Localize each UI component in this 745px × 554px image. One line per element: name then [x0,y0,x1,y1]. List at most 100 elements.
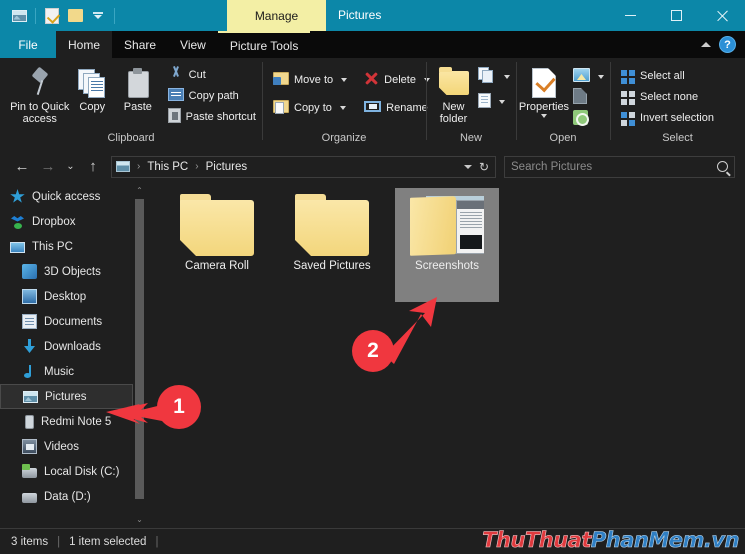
select-none-button[interactable]: Select none [618,86,720,107]
dropbox-icon [10,214,25,229]
folder-screenshots[interactable]: Screenshots [395,188,499,302]
sidebar-item-desktop[interactable]: Desktop [0,284,133,309]
paste-shortcut-button[interactable]: Paste shortcut [165,106,262,127]
edit-button[interactable] [570,87,610,108]
copy-to-button[interactable]: Copy to [270,97,353,118]
qat-divider [35,7,36,24]
easy-access-button[interactable] [475,91,516,112]
move-to-label: Move to [294,73,334,86]
easy-access-icon [478,92,491,111]
sidebar-item-videos[interactable]: Videos [0,434,133,459]
maximize-button[interactable] [653,0,699,31]
forward-button[interactable]: → [36,155,60,179]
sidebar-item-3d-objects[interactable]: 3D Objects [0,259,133,284]
paste-button[interactable]: Paste [115,63,161,113]
copy-icon [77,65,107,101]
contextual-tab-manage[interactable]: Manage [227,0,326,31]
search-icon[interactable] [717,161,728,172]
search-input[interactable]: Search Pictures [511,161,717,173]
rename-label: Rename [386,101,428,114]
breadcrumb-pictures[interactable]: Pictures [206,161,248,173]
pictures-icon [23,391,38,403]
copy-path-label: Copy path [188,89,239,102]
pictures-icon[interactable] [8,5,30,27]
paste-shortcut-label: Paste shortcut [185,110,256,123]
watermark-part-1: Thu [482,528,526,553]
address-bar[interactable]: › This PC › Pictures ↻ [111,155,496,178]
close-button[interactable] [699,0,745,31]
ribbon: Pin to Quick access Copy Paste Cut Copy … [0,58,745,148]
scroll-down-icon[interactable]: ⌄ [133,513,146,526]
navigation-pane-scrollbar[interactable]: ⌃ ⌄ [133,184,146,526]
properties-button[interactable]: Properties [518,63,570,118]
cut-button[interactable]: Cut [165,64,262,85]
sidebar-item-redmi-note-5[interactable]: Redmi Note 5 [0,409,133,434]
sidebar-item-dropbox[interactable]: Dropbox [0,209,133,234]
select-all-button[interactable]: Select all [618,65,720,86]
delete-button[interactable]: Delete [361,69,436,90]
customize-dropdown-icon[interactable] [87,5,109,27]
quick-access-toolbar [0,0,119,31]
minimize-button[interactable] [607,0,653,31]
new-folder-icon [438,65,469,101]
paste-label: Paste [123,101,152,113]
scroll-up-icon[interactable]: ⌃ [133,184,146,197]
sidebar-label: Desktop [44,290,87,303]
address-bar-row: ← → ⌄ ↑ › This PC › Pictures ↻ Search Pi… [0,150,745,183]
sidebar-item-documents[interactable]: Documents [0,309,133,334]
title-bar: Manage Pictures [0,0,745,31]
properties-label: Properties [518,101,570,113]
invert-selection-button[interactable]: Invert selection [618,107,720,128]
history-button[interactable] [570,108,610,129]
folder-icon [295,194,369,256]
sidebar-item-data-d[interactable]: Data (D:) [0,484,133,509]
select-none-label: Select none [640,90,699,103]
videos-icon [22,439,37,454]
refresh-icon[interactable]: ↻ [479,160,489,174]
recent-locations-button[interactable]: ⌄ [62,155,79,179]
chevron-down-icon [541,114,547,118]
sidebar-item-local-disk-c[interactable]: Local Disk (C:) [0,459,133,484]
search-box[interactable]: Search Pictures [504,155,735,178]
sidebar-item-music[interactable]: Music [0,359,133,384]
tab-picture-tools[interactable]: Picture Tools [217,31,311,58]
breadcrumb-separator: › [137,161,141,172]
up-button[interactable]: ↑ [81,155,105,179]
move-to-button[interactable]: Move to [270,69,353,90]
open-with-button[interactable] [570,66,610,87]
back-button[interactable]: ← [10,155,34,179]
move-to-icon [273,71,289,88]
invert-selection-label: Invert selection [640,111,714,124]
sidebar-item-quick-access[interactable]: Quick access [0,184,133,209]
watermark: Thu Thuat PhanMem .vn [482,527,740,553]
item-label: Screenshots [415,260,479,272]
folder-camera-roll[interactable]: Camera Roll [165,188,269,302]
chevron-up-icon[interactable] [701,42,711,47]
copy-path-icon [167,87,184,104]
properties-icon[interactable] [41,5,63,27]
tab-home[interactable]: Home [56,31,113,58]
new-folder-icon[interactable] [64,5,86,27]
breadcrumb-this-pc[interactable]: This PC [147,161,188,173]
tab-file[interactable]: File [0,31,56,58]
sidebar-item-pictures[interactable]: Pictures [0,384,133,409]
folder-saved-pictures[interactable]: Saved Pictures [280,188,384,302]
new-item-button[interactable] [475,66,516,87]
new-folder-button[interactable]: New folder [432,63,475,125]
rename-button[interactable]: Rename [361,97,436,118]
status-bar: 3 items | 1 item selected | Thu Thuat Ph… [0,528,745,554]
open-icon [573,68,590,85]
pin-to-quick-access-button[interactable]: Pin to Quick access [10,63,69,125]
copy-button[interactable]: Copy [69,63,115,113]
scrollbar-thumb[interactable] [135,199,144,499]
help-icon[interactable]: ? [719,36,736,53]
ribbon-group-open: Properties Open [516,58,610,148]
tab-share[interactable]: Share [112,31,168,58]
sidebar-item-downloads[interactable]: Downloads [0,334,133,359]
sidebar-item-this-pc[interactable]: This PC [0,234,133,259]
chevron-down-icon[interactable] [463,164,472,169]
copy-path-button[interactable]: Copy path [165,85,262,106]
star-icon [10,189,25,203]
pin-label-line1: Pin to Quick [10,101,70,113]
tab-view[interactable]: View [168,31,218,58]
